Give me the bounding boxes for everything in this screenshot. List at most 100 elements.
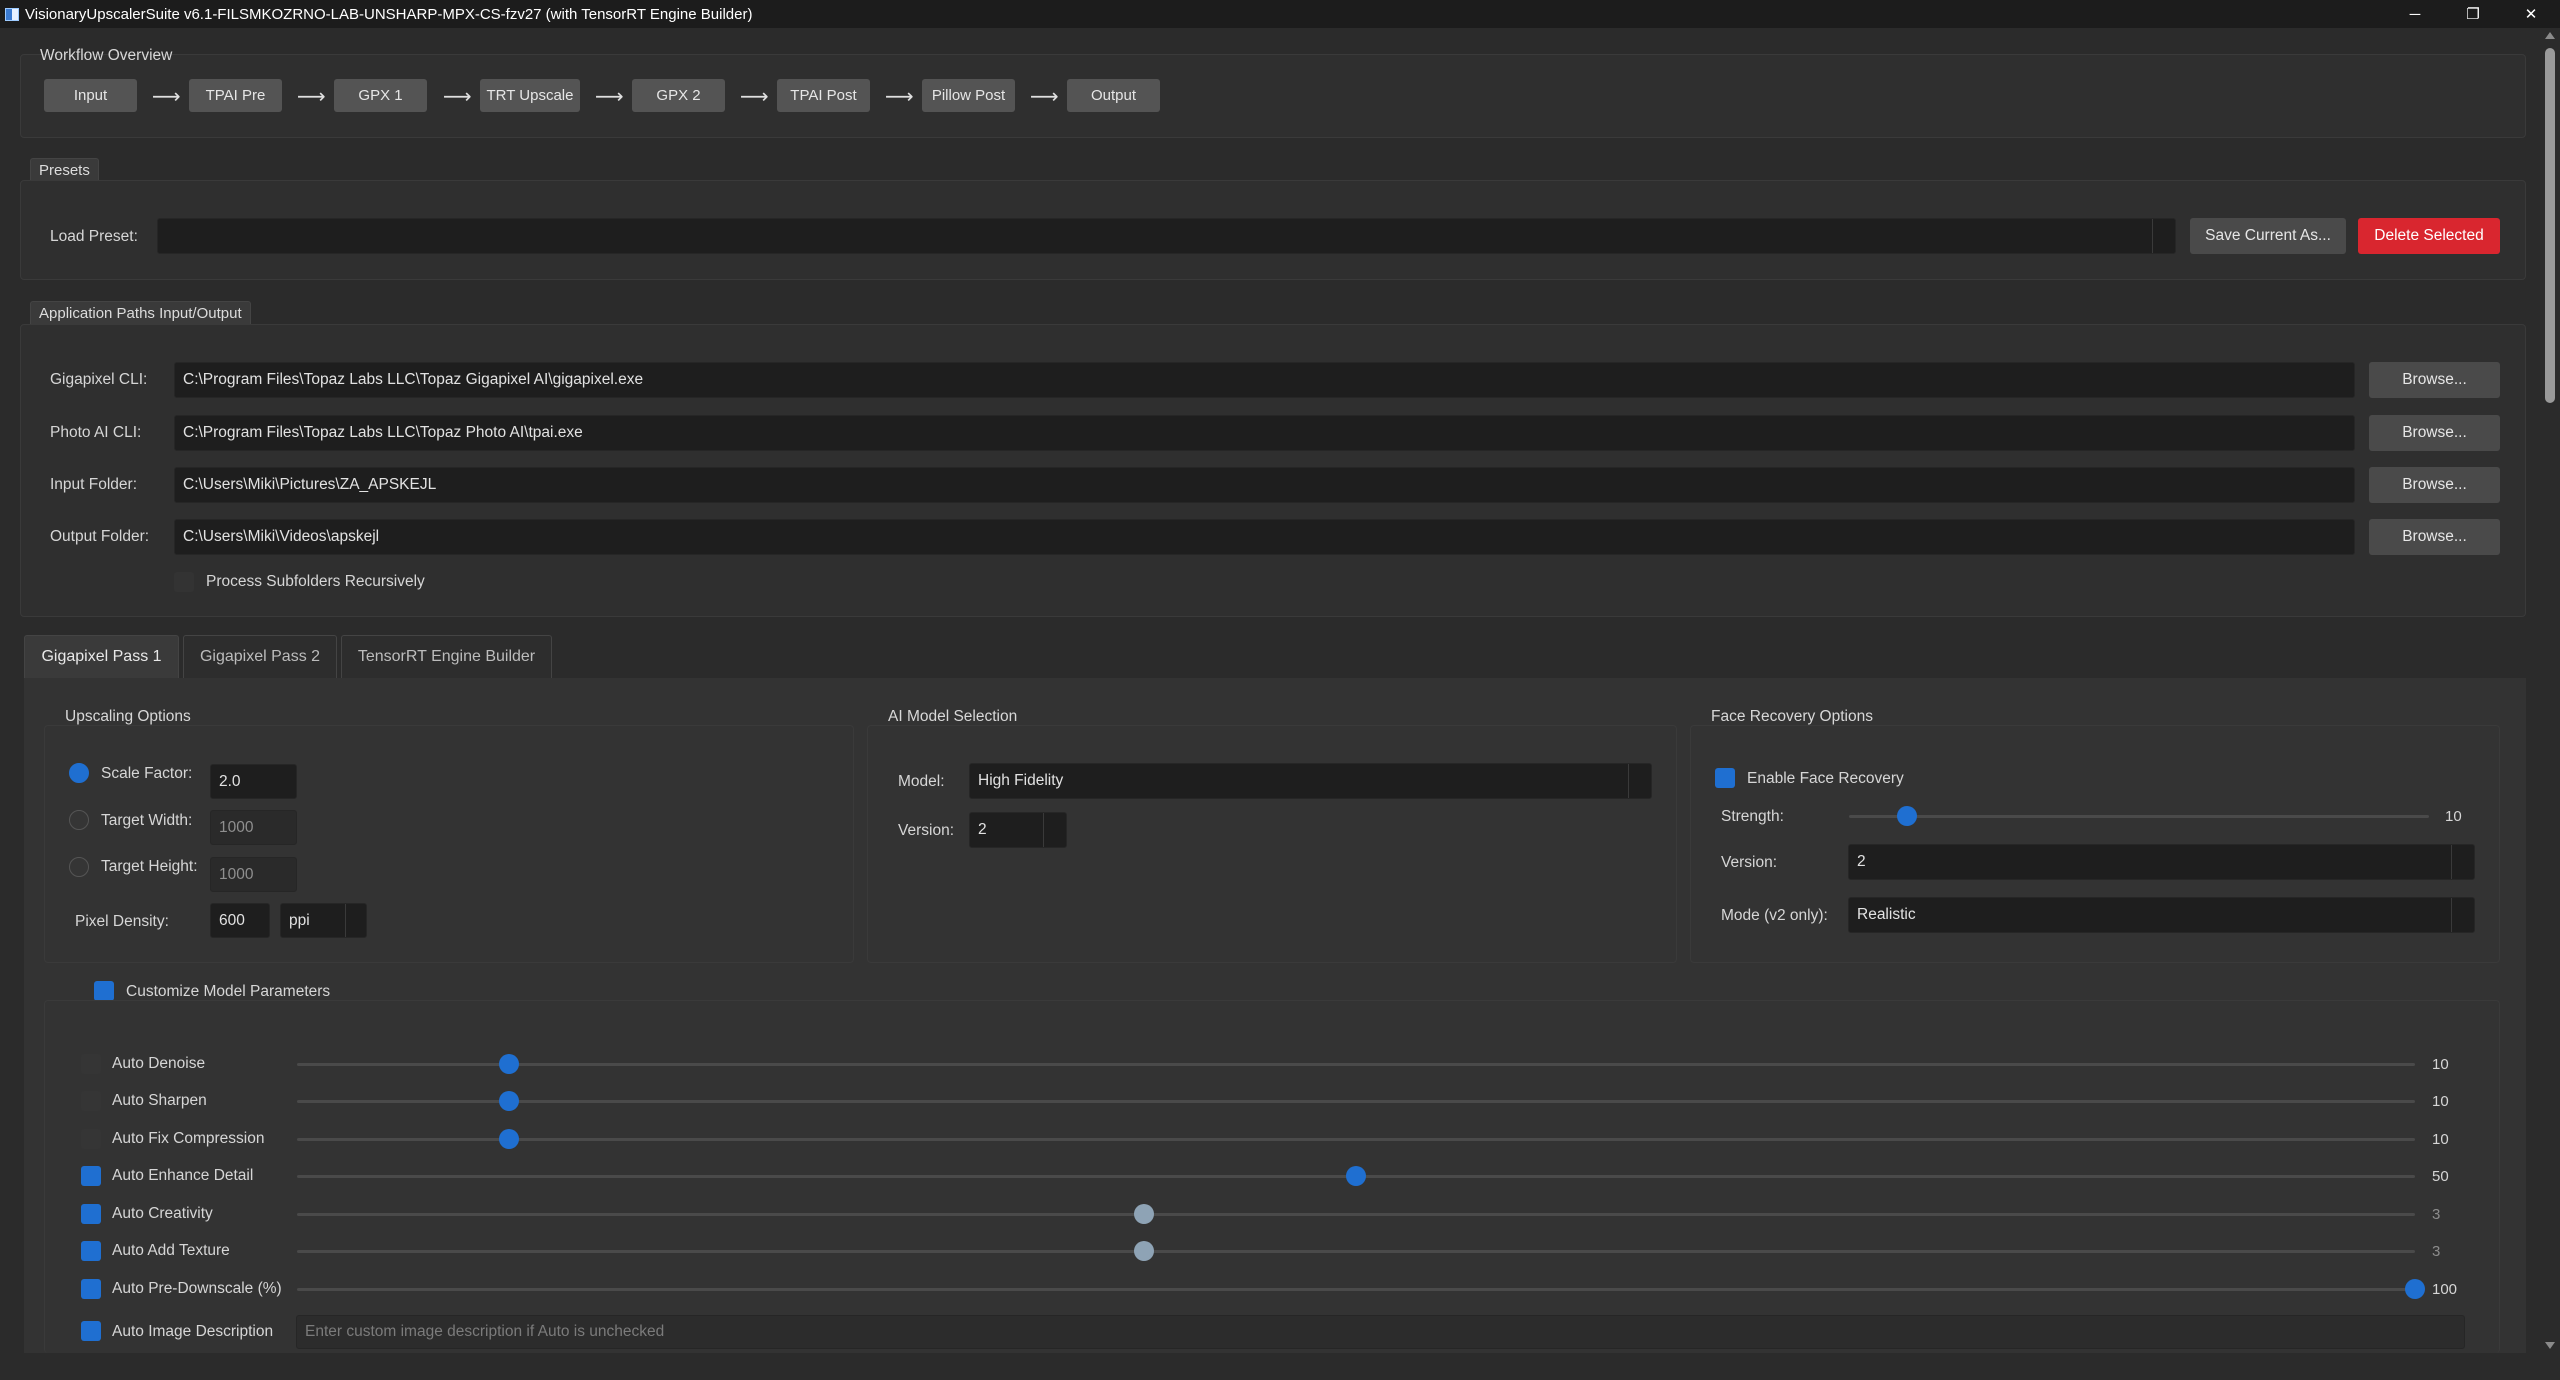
target-width-radio[interactable] [69, 810, 89, 830]
face-version-value: 2 [1857, 853, 1866, 870]
face-strength-slider-handle[interactable] [1897, 806, 1917, 826]
target-height-radio[interactable] [69, 857, 89, 877]
gigapixel-cli-label: Gigapixel CLI: [50, 371, 148, 388]
enable-face-recovery-checkbox[interactable] [1715, 768, 1735, 788]
auto-denoise-slider-track[interactable] [297, 1063, 2415, 1066]
auto-enhance-detail-slider-handle[interactable] [1346, 1166, 1366, 1186]
auto-enhance-detail-checkbox[interactable] [81, 1166, 101, 1186]
auto-fix-compression-checkbox[interactable] [81, 1129, 101, 1149]
face-strength-value: 10 [2445, 808, 2462, 825]
image-description-field[interactable]: Enter custom image description if Auto i… [296, 1315, 2465, 1349]
ai-model-selection-label: AI Model Selection [888, 708, 1018, 725]
window-controls: ─ ❐ ✕ [2386, 0, 2560, 28]
input-folder-browse-button[interactable]: Browse... [2369, 467, 2500, 503]
enable-face-recovery-label: Enable Face Recovery [1747, 770, 1904, 787]
workflow-node-gpx2[interactable]: GPX 2 [632, 79, 725, 112]
auto-add-texture-label: Auto Add Texture [112, 1242, 230, 1259]
pixel-density-field[interactable]: 600 [210, 903, 270, 938]
face-version-dropdown[interactable]: 2 [1848, 844, 2475, 880]
delete-preset-button[interactable]: Delete Selected [2358, 218, 2500, 254]
pixel-density-value: 600 [219, 911, 245, 929]
auto-fix-compression-label: Auto Fix Compression [112, 1130, 265, 1147]
tab-gigapixel-pass-1[interactable]: Gigapixel Pass 1 [24, 635, 179, 678]
scale-factor-label: Scale Factor: [101, 765, 193, 782]
scroll-up-arrow-icon[interactable] [2545, 32, 2555, 39]
auto-sharpen-checkbox[interactable] [81, 1091, 101, 1111]
vertical-scrollbar-thumb[interactable] [2545, 48, 2555, 403]
save-preset-button[interactable]: Save Current As... [2190, 218, 2346, 254]
auto-add-texture-checkbox[interactable] [81, 1241, 101, 1261]
auto-pre-downscale-slider-track[interactable] [297, 1288, 2415, 1291]
auto-denoise-checkbox[interactable] [81, 1054, 101, 1074]
target-height-field[interactable]: 1000 [210, 857, 297, 892]
auto-pre-downscale-label: Auto Pre-Downscale (%) [112, 1280, 282, 1297]
auto-enhance-detail-label: Auto Enhance Detail [112, 1167, 254, 1184]
close-button[interactable]: ✕ [2502, 0, 2560, 28]
density-unit-value: ppi [289, 911, 310, 929]
auto-sharpen-slider-handle[interactable] [498, 1091, 519, 1111]
workflow-node-pillow-post[interactable]: Pillow Post [922, 79, 1015, 112]
load-preset-dropdown[interactable] [157, 218, 2176, 254]
auto-pre-downscale-checkbox[interactable] [81, 1279, 101, 1299]
model-value: High Fidelity [978, 772, 1064, 789]
workflow-node-input[interactable]: Input [44, 79, 137, 112]
output-folder-browse-button[interactable]: Browse... [2369, 519, 2500, 555]
scroll-down-arrow-icon[interactable] [2545, 1342, 2555, 1349]
target-width-field[interactable]: 1000 [210, 810, 297, 845]
workflow-arrow-icon: ⟶ [297, 86, 326, 108]
window-title: VisionaryUpscalerSuite v6.1-FILSMKOZRNO-… [25, 5, 753, 23]
output-folder-field[interactable]: C:\Users\Miki\Videos\apskejl [174, 519, 2355, 555]
target-height-value: 1000 [219, 865, 254, 883]
maximize-button[interactable]: ❐ [2444, 0, 2502, 28]
workflow-node-tpai-pre[interactable]: TPAI Pre [189, 79, 282, 112]
model-version-dropdown[interactable]: 2 [969, 812, 1067, 848]
auto-creativity-checkbox[interactable] [81, 1204, 101, 1224]
auto-denoise-slider-handle[interactable] [498, 1054, 519, 1074]
dropdown-arrow-divider [2152, 219, 2153, 253]
auto-pre-downscale-slider-handle[interactable] [2405, 1279, 2425, 1299]
workflow-node-trt-upscale[interactable]: TRT Upscale [480, 79, 580, 112]
auto-fix-compression-slider-handle[interactable] [498, 1129, 519, 1149]
scale-factor-field[interactable]: 2.0 [210, 764, 297, 799]
recursive-label: Process Subfolders Recursively [206, 573, 425, 590]
gigapixel-cli-field[interactable]: C:\Program Files\Topaz Labs LLC\Topaz Gi… [174, 362, 2355, 398]
input-folder-field[interactable]: C:\Users\Miki\Pictures\ZA_APSKEJL [174, 467, 2355, 503]
face-recovery-options-label: Face Recovery Options [1711, 708, 1873, 725]
output-folder-value: C:\Users\Miki\Videos\apskejl [183, 528, 380, 545]
title-bar: VisionaryUpscalerSuite v6.1-FILSMKOZRNO-… [0, 0, 2560, 28]
photo-ai-browse-button[interactable]: Browse... [2369, 415, 2500, 451]
target-width-value: 1000 [219, 818, 254, 836]
face-mode-dropdown[interactable]: Realistic [1848, 897, 2475, 933]
model-version-label: Version: [898, 822, 955, 839]
auto-image-description-checkbox[interactable] [81, 1321, 101, 1341]
workflow-node-output[interactable]: Output [1067, 79, 1160, 112]
auto-pre-downscale-value: 100 [2432, 1281, 2458, 1298]
gigapixel-browse-button[interactable]: Browse... [2369, 362, 2500, 398]
minimize-button[interactable]: ─ [2386, 0, 2444, 28]
auto-creativity-slider-track[interactable] [297, 1213, 2415, 1216]
tab-tensorrt-engine-builder[interactable]: TensorRT Engine Builder [341, 635, 552, 678]
presets-tab-label: Presets [30, 158, 99, 182]
workflow-arrow-icon: ⟶ [1030, 86, 1059, 108]
model-dropdown[interactable]: High Fidelity [969, 763, 1652, 799]
photo-ai-cli-label: Photo AI CLI: [50, 424, 142, 441]
dropdown-arrow-divider [345, 904, 346, 937]
recursive-checkbox[interactable] [174, 572, 194, 592]
auto-fix-compression-slider-track[interactable] [297, 1138, 2415, 1141]
workflow-arrow-icon: ⟶ [595, 86, 624, 108]
input-folder-label: Input Folder: [50, 476, 138, 493]
tab-gigapixel-pass-2[interactable]: Gigapixel Pass 2 [183, 635, 337, 678]
scale-factor-radio[interactable] [69, 763, 89, 783]
auto-sharpen-slider-track[interactable] [297, 1100, 2415, 1103]
customize-model-parameters-checkbox[interactable] [94, 981, 114, 1001]
workflow-node-tpai-post[interactable]: TPAI Post [777, 79, 870, 112]
gigapixel-cli-value: C:\Program Files\Topaz Labs LLC\Topaz Gi… [183, 371, 644, 388]
face-strength-track[interactable] [1849, 815, 2429, 818]
customize-model-parameters-label: Customize Model Parameters [126, 983, 331, 1000]
density-unit-dropdown[interactable]: ppi [280, 903, 367, 938]
photo-ai-cli-field[interactable]: C:\Program Files\Topaz Labs LLC\Topaz Ph… [174, 415, 2355, 451]
vertical-scrollbar[interactable] [2540, 28, 2560, 1353]
auto-denoise-value: 10 [2432, 1056, 2449, 1073]
workflow-node-gpx1[interactable]: GPX 1 [334, 79, 427, 112]
auto-add-texture-slider-track[interactable] [297, 1250, 2415, 1253]
